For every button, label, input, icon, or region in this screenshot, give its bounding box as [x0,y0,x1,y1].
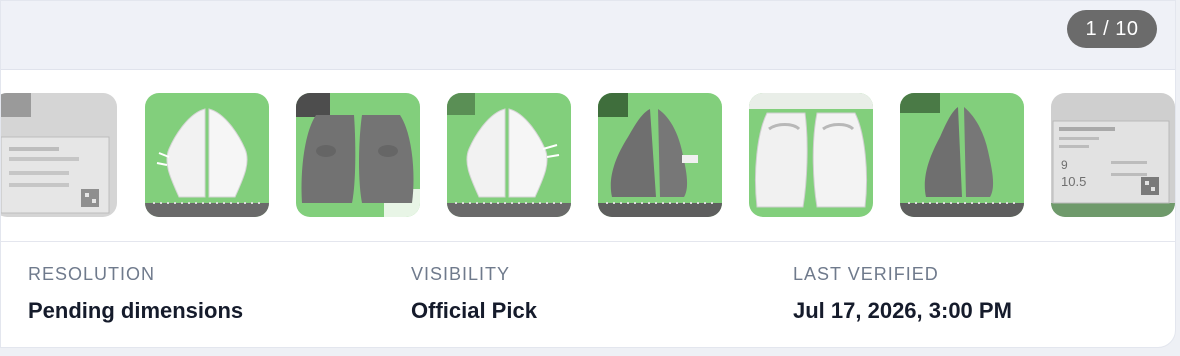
sneakers-heel-image [296,93,420,217]
thumbnail-8[interactable]: 9 10.5 [1051,93,1175,217]
product-media-card: 1 / 10 9 10.5 RESOLUTION Pending dimensi… [0,0,1176,348]
thumbnail-4[interactable] [447,93,571,217]
box-uk-size-text: 10.5 [1061,174,1086,189]
thumbnail-2[interactable] [145,93,269,217]
white-sneakers-image [447,93,571,217]
thumbnail-6[interactable] [749,93,873,217]
thumbnail-1[interactable] [1,93,117,217]
box-size-label-image: 9 10.5 [1051,93,1175,217]
thumbnail-strip[interactable]: 9 10.5 [1,70,1175,242]
thumbnail-7[interactable] [900,93,1024,217]
thumbnail-3[interactable] [296,93,420,217]
last-verified-value: Jul 17, 2026, 3:00 PM [793,298,1012,323]
white-sneakers-rear-image [749,93,873,217]
thumbnail-5[interactable] [598,93,722,217]
sneakers-profile-image [900,93,1024,217]
resolution-label: RESOLUTION [28,264,156,284]
visibility-value: Official Pick [411,298,537,323]
image-viewer-header: 1 / 10 [1,1,1175,70]
resolution-value: Pending dimensions [28,298,244,323]
detail-fields: RESOLUTION Pending dimensions VISIBILITY… [1,242,1175,347]
box-label-image [1,93,117,217]
image-counter-badge: 1 / 10 [1067,10,1157,48]
box-us-size-text: 9 [1061,158,1068,172]
visibility-label: VISIBILITY [411,264,511,284]
sneakers-profile-image [598,93,722,217]
white-sneakers-image [145,93,269,217]
last-verified-label: LAST VERIFIED [793,264,939,284]
